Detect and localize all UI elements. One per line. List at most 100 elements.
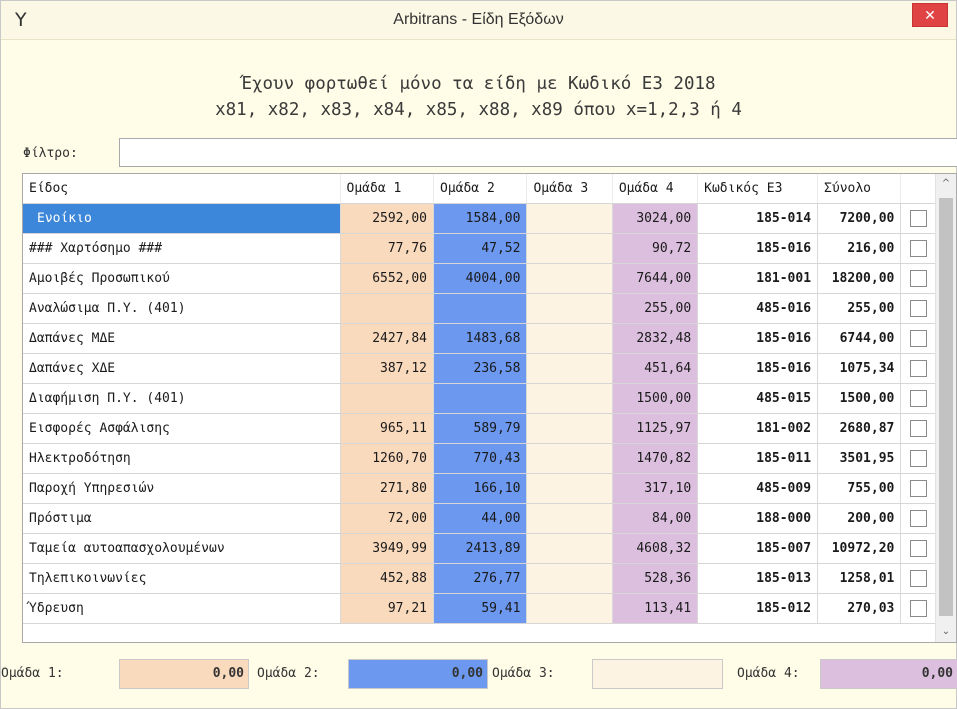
cell-group-2[interactable]: 44,00: [433, 503, 528, 534]
cell-type[interactable]: Διαφήμιση Π.Υ. (401): [23, 383, 341, 414]
column-header-group-1[interactable]: Ομάδα 1: [340, 174, 435, 204]
table-row[interactable]: Διαφήμιση Π.Υ. (401) 1500,00 485-015 1500,0…: [23, 383, 937, 414]
cell-group-4[interactable]: 1470,82: [612, 443, 699, 474]
cell-group-3[interactable]: [526, 503, 613, 534]
cell-group-2[interactable]: [433, 383, 528, 414]
table-row[interactable]: Αναλώσιμα Π.Υ. (401) 255,00 485-016 255,00: [23, 293, 937, 324]
cell-group-1[interactable]: 452,88: [340, 563, 435, 594]
cell-group-4[interactable]: 1125,97: [612, 413, 699, 444]
cell-group-2[interactable]: 4004,00: [433, 263, 528, 294]
cell-group-1[interactable]: 2427,84: [340, 323, 435, 354]
table-row[interactable]: Πρόστιμα 72,00 44,00 84,00 188-000 200,00: [23, 503, 937, 534]
row-checkbox[interactable]: [910, 360, 928, 377]
cell-group-2[interactable]: 2413,89: [433, 533, 528, 564]
cell-group-3[interactable]: [526, 533, 613, 564]
cell-e3-code[interactable]: 185-013: [697, 563, 819, 594]
cell-group-2[interactable]: 236,58: [433, 353, 528, 384]
cell-group-1[interactable]: 965,11: [340, 413, 435, 444]
cell-group-2[interactable]: 166,10: [433, 473, 528, 504]
cell-group-2[interactable]: 59,41: [433, 593, 528, 624]
cell-e3-code[interactable]: 185-016: [697, 353, 819, 384]
row-checkbox[interactable]: [910, 600, 928, 617]
cell-e3-code[interactable]: 185-014: [697, 203, 819, 234]
column-header-group-4[interactable]: Ομάδα 4: [612, 174, 699, 204]
row-checkbox[interactable]: [910, 570, 928, 587]
cell-group-3[interactable]: [526, 293, 613, 324]
cell-type[interactable]: Αμοιβές Προσωπικού: [23, 263, 341, 294]
row-checkbox[interactable]: [910, 300, 928, 317]
column-header-group-2[interactable]: Ομάδα 2: [433, 174, 528, 204]
cell-group-2[interactable]: 1483,68: [433, 323, 528, 354]
row-checkbox[interactable]: [910, 420, 928, 437]
cell-type[interactable]: Ηλεκτροδότηση: [23, 443, 341, 474]
cell-group-3[interactable]: [526, 413, 613, 444]
table-row[interactable]: Αμοιβές Προσωπικού 6552,00 4004,00 7644,00 1…: [23, 263, 937, 294]
row-checkbox[interactable]: [910, 390, 928, 407]
column-header-type[interactable]: Είδος: [23, 174, 341, 204]
scroll-down-arrow-icon[interactable]: ⌄: [936, 622, 956, 642]
cell-total[interactable]: 6744,00: [817, 323, 902, 354]
cell-type[interactable]: Ύδρευση: [23, 593, 341, 624]
column-header-select[interactable]: [900, 174, 937, 204]
table-row[interactable]: Τηλεπικοινωνίες 452,88 276,77 528,36 185-013…: [23, 563, 937, 594]
cell-group-4[interactable]: 528,36: [612, 563, 699, 594]
cell-group-1[interactable]: 1260,70: [340, 443, 435, 474]
cell-group-4[interactable]: 90,72: [612, 233, 699, 264]
cell-type[interactable]: Δαπάνες ΜΔΕ: [23, 323, 341, 354]
vertical-scrollbar[interactable]: ^ ⌄: [935, 174, 956, 642]
row-checkbox[interactable]: [910, 450, 928, 467]
cell-e3-code[interactable]: 181-001: [697, 263, 819, 294]
cell-group-4[interactable]: 113,41: [612, 593, 699, 624]
row-checkbox[interactable]: [910, 510, 928, 527]
close-button[interactable]: ✕: [912, 3, 948, 27]
table-row[interactable]: Παροχή Υπηρεσιών 271,80 166,10 317,10 485-00…: [23, 473, 937, 504]
cell-type[interactable]: Τηλεπικοινωνίες: [23, 563, 341, 594]
table-row[interactable]: Ταμεία αυτοαπασχολουμένων 3949,99 2413,89 4…: [23, 533, 937, 564]
table-row[interactable]: Δαπάνες ΧΔΕ 387,12 236,58 451,64 185-016 1075…: [23, 353, 937, 384]
row-checkbox[interactable]: [910, 480, 928, 497]
cell-total[interactable]: 216,00: [817, 233, 902, 264]
cell-type[interactable]: Εισφορές Ασφάλισης: [23, 413, 341, 444]
cell-type[interactable]: Ταμεία αυτοαπασχολουμένων: [23, 533, 341, 564]
cell-group-4[interactable]: 317,10: [612, 473, 699, 504]
cell-group-2[interactable]: [433, 293, 528, 324]
cell-group-1[interactable]: [340, 293, 435, 324]
cell-group-4[interactable]: 255,00: [612, 293, 699, 324]
table-row[interactable]: Εισφορές Ασφάλισης 965,11 589,79 1125,97 181…: [23, 413, 937, 444]
cell-group-1[interactable]: 387,12: [340, 353, 435, 384]
table-row[interactable]: Δαπάνες ΜΔΕ 2427,84 1483,68 2832,48 185-016 6…: [23, 323, 937, 354]
cell-type[interactable]: Δαπάνες ΧΔΕ: [23, 353, 341, 384]
cell-total[interactable]: 3501,95: [817, 443, 902, 474]
cell-total[interactable]: 755,00: [817, 473, 902, 504]
cell-group-4[interactable]: 1500,00: [612, 383, 699, 414]
cell-group-1[interactable]: 2592,00: [340, 203, 435, 234]
cell-group-3[interactable]: [526, 233, 613, 264]
cell-e3-code[interactable]: 185-016: [697, 323, 819, 354]
cell-group-1[interactable]: [340, 383, 435, 414]
cell-group-1[interactable]: 3949,99: [340, 533, 435, 564]
cell-type[interactable]: Παροχή Υπηρεσιών: [23, 473, 341, 504]
cell-group-3[interactable]: [526, 383, 613, 414]
cell-e3-code[interactable]: 185-007: [697, 533, 819, 564]
cell-total[interactable]: 10972,20: [817, 533, 902, 564]
cell-group-2[interactable]: 47,52: [433, 233, 528, 264]
row-checkbox[interactable]: [910, 210, 928, 227]
cell-group-4[interactable]: 2832,48: [612, 323, 699, 354]
cell-type[interactable]: Πρόστιμα: [23, 503, 341, 534]
cell-group-3[interactable]: [526, 563, 613, 594]
column-header-group-3[interactable]: Ομάδα 3: [526, 174, 613, 204]
cell-group-1[interactable]: 77,76: [340, 233, 435, 264]
cell-group-4[interactable]: 7644,00: [612, 263, 699, 294]
row-checkbox[interactable]: [910, 330, 928, 347]
cell-group-4[interactable]: 451,64: [612, 353, 699, 384]
table-row[interactable]: Ηλεκτροδότηση 1260,70 770,43 1470,82 185-011…: [23, 443, 937, 474]
cell-group-4[interactable]: 84,00: [612, 503, 699, 534]
cell-group-3[interactable]: [526, 203, 613, 234]
cell-type[interactable]: Αναλώσιμα Π.Υ. (401): [23, 293, 341, 324]
row-checkbox[interactable]: [910, 240, 928, 257]
cell-total[interactable]: 1258,01: [817, 563, 902, 594]
cell-total[interactable]: 1500,00: [817, 383, 902, 414]
cell-type[interactable]: ### Χαρτόσημο ###: [23, 233, 341, 264]
cell-group-3[interactable]: [526, 473, 613, 504]
cell-group-2[interactable]: 1584,00: [433, 203, 528, 234]
